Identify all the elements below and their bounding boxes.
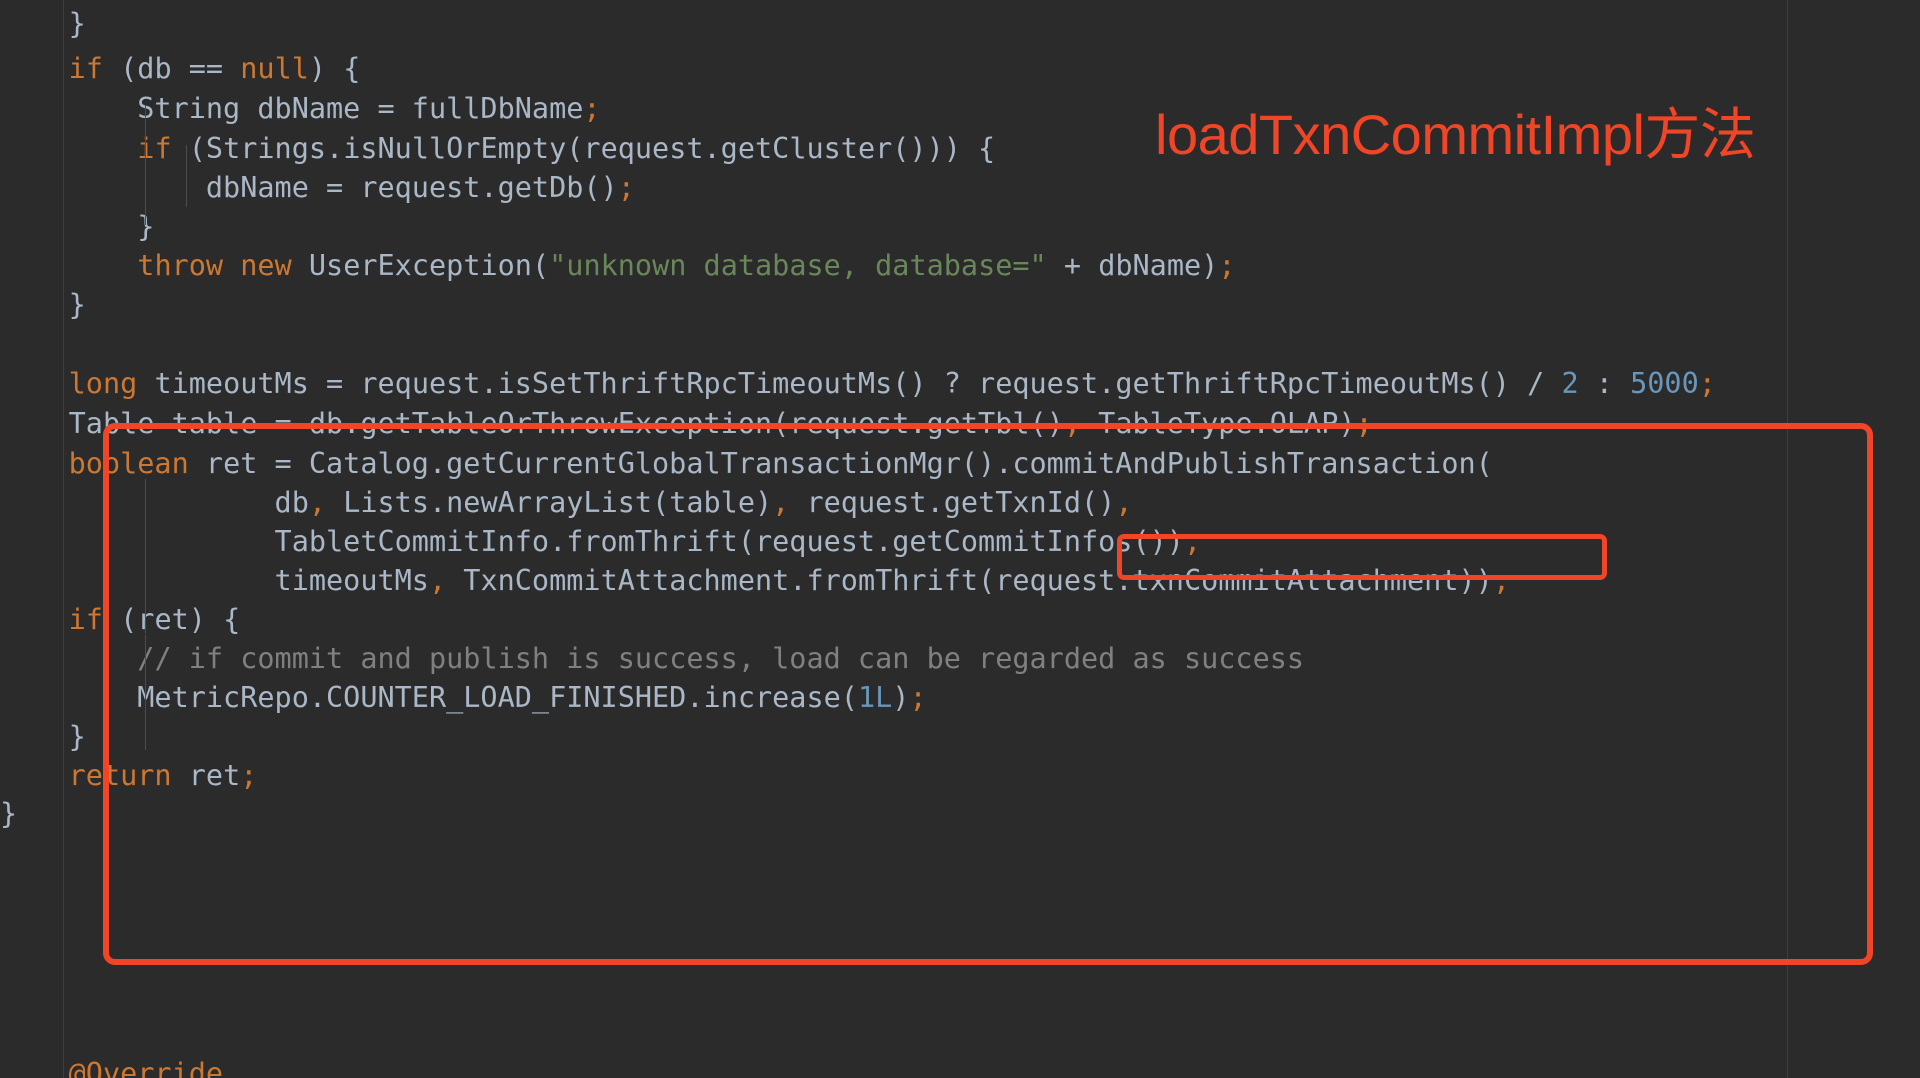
code-token: UserException( [291,249,550,282]
code-token: return [68,759,172,792]
code-token: 1L [857,681,893,714]
code-token: ; [909,681,927,714]
code-token: (ret) { [102,603,241,636]
code-token: Lists.newArrayList(table) [326,486,773,519]
code-token: ; [1698,367,1716,400]
code-token: } [0,720,86,753]
code-token: TabletCommitInfo.fromThrift(request.getC… [0,525,1184,558]
code-token: timeoutMs [0,564,429,597]
code-token: boolean [68,447,189,480]
code-token: String dbName = fullDbName [0,92,584,125]
code-token: ret = Catalog.getCurrentGlobalTransactio… [188,447,1493,480]
code-token: ; [1492,564,1510,597]
code-token: TxnCommitAttachment.fromThrift(request.t… [446,564,1493,597]
code-token: , [308,486,327,519]
code-token: } [0,797,18,830]
code-token: throw [137,249,224,282]
code-token: ret [171,759,241,792]
code-token: ; [617,171,635,204]
block-indent-guide [145,105,146,225]
code-token: "unknown database, database=" [549,249,1047,282]
code-token: ; [1355,407,1373,440]
code-token: db [0,486,309,519]
code-token: 2 [1561,367,1579,400]
code-token: (db == [102,52,241,85]
code-token: , [772,486,790,519]
code-token: ; [1218,249,1236,282]
code-token: if [68,603,103,636]
code-token: Table table = db.getTableOrThrowExceptio… [0,407,1064,440]
block-indent-guide [186,145,187,207]
code-token: , [1063,407,1081,440]
code-token: @Override [0,1057,224,1078]
code-token: ) { [308,52,361,85]
code-token: ) [892,681,910,714]
block-indent-guide [145,635,146,750]
code-token: new [240,249,292,282]
code-token: timeoutMs = request.isSetThriftRpcTimeou… [137,367,1562,400]
code-line[interactable]: return ret; [0,752,258,800]
code-line[interactable]: } [0,0,86,48]
annotation-label: loadTxnCommitImpl方法 [1155,103,1756,166]
code-editor-screenshot: } if (db == null) { String dbName = full… [0,0,1920,1078]
code-line[interactable]: throw new UserException("unknown databas… [0,242,1236,290]
code-token: ; [583,92,601,125]
code-token: if [137,132,172,165]
block-indent-guide [145,479,146,634]
code-token: (Strings.isNullOrEmpty(request.getCluste… [171,132,996,165]
code-token: null [240,52,309,85]
code-token: } [0,210,155,243]
code-token: , [428,564,447,597]
code-token: : [1578,367,1631,400]
code-token: request.getTxnId() [789,486,1116,519]
code-token: } [0,288,86,321]
code-token: + dbName) [1046,249,1219,282]
code-token: long [68,367,138,400]
code-line[interactable] [0,830,17,878]
code-token: } [0,7,86,40]
code-token: TableType.OLAP) [1081,407,1356,440]
code-token: , [1115,486,1133,519]
code-token: 5000 [1630,367,1699,400]
code-line[interactable]: MetricRepo.COUNTER_LOAD_FINISHED.increas… [0,674,927,722]
code-token: , [1183,525,1202,558]
code-token: dbName = request.getDb() [0,171,618,204]
code-token: // if commit and publish is success, loa… [137,642,1305,675]
code-token: ; [240,759,258,792]
code-line[interactable]: @Override [0,1050,223,1078]
code-token: MetricRepo.COUNTER_LOAD_FINISHED.increas… [0,681,858,714]
code-token: if [68,52,103,85]
